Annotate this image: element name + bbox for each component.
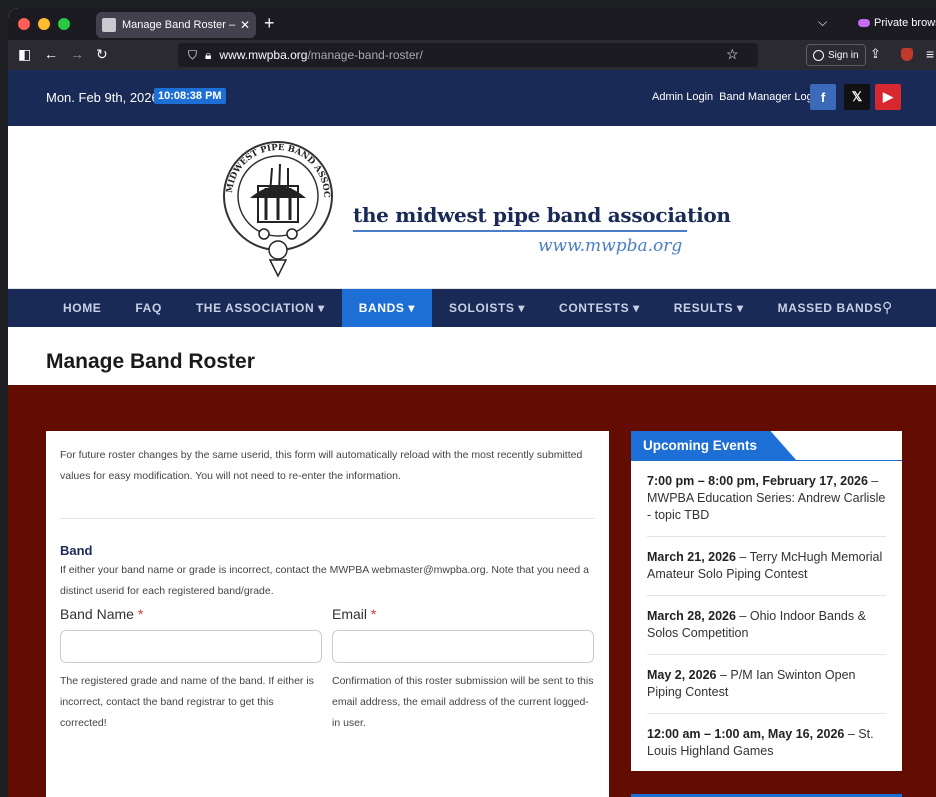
- private-label: Private browsin: [874, 17, 936, 29]
- favicon-icon: [102, 18, 116, 32]
- email-help: Confirmation of this roster submission w…: [332, 675, 594, 729]
- event-item[interactable]: 12:00 am – 1:00 am, May 16, 2026 – St. L…: [647, 714, 886, 772]
- reload-icon[interactable]: ↻: [96, 46, 108, 63]
- url-path: /manage-band-roster/: [307, 48, 423, 62]
- account-icon: [813, 49, 824, 61]
- page-title: Manage Band Roster: [46, 350, 255, 373]
- browser-toolbar: ◧ ← → ↻ ⛉ 🔒︎ www.mwpba.org /manage-band-…: [8, 40, 936, 70]
- roster-form-card: For future roster changes by the same us…: [46, 431, 609, 797]
- maximize-window-button[interactable]: [58, 18, 70, 30]
- event-when: 7:00 pm – 8:00 pm, February 17, 2026: [647, 474, 868, 488]
- site-url[interactable]: www.mwpba.org: [538, 236, 682, 256]
- current-date: Mon. Feb 9th, 2026: [46, 90, 159, 105]
- site-top-bar: Mon. Feb 9th, 2026 10:08:38 PM Admin Log…: [8, 70, 936, 126]
- sidebar-toggle-icon[interactable]: ◧: [18, 46, 31, 63]
- event-item[interactable]: May 2, 2026 – P/M Ian Swinton Open Pipin…: [647, 655, 886, 714]
- nav-item-massed-bands[interactable]: MASSED BANDS: [761, 289, 900, 327]
- share-icon[interactable]: ⇪: [870, 46, 881, 62]
- sign-in-button[interactable]: Sign in: [806, 44, 866, 66]
- association-logo[interactable]: MIDWEST PIPE BAND ASSOCIATION: [216, 131, 344, 285]
- current-time-badge: 10:08:38 PM: [154, 88, 226, 104]
- upcoming-events-widget: Upcoming Events 7:00 pm – 8:00 pm, Febru…: [631, 431, 902, 771]
- site-header: MIDWEST PIPE BAND ASSOCIATION the midwes…: [8, 126, 936, 289]
- nav-item-faq[interactable]: FAQ: [118, 289, 178, 327]
- lock-icon[interactable]: 🔒︎: [205, 48, 211, 63]
- required-marker: *: [370, 606, 377, 622]
- band-name-help: The registered grade and name of the ban…: [60, 675, 314, 729]
- band-name-label: Band Name *: [60, 606, 322, 622]
- band-name-label-text: Band Name: [60, 606, 134, 622]
- site-name[interactable]: the midwest pipe band association: [353, 203, 731, 227]
- nav-item-contests[interactable]: CONTESTS ▾: [542, 289, 657, 327]
- events-heading: Upcoming Events: [631, 431, 798, 461]
- band-section-note: If either your band name or grade is inc…: [60, 564, 589, 597]
- login-links: Admin Login Band Manager Login: [652, 91, 821, 103]
- events-header: Upcoming Events: [631, 431, 902, 461]
- url-host: www.mwpba.org: [219, 48, 308, 62]
- new-tab-icon[interactable]: +: [264, 13, 275, 34]
- event-item[interactable]: March 28, 2026 – Ohio Indoor Bands & Sol…: [647, 596, 886, 655]
- browser-window: Manage Band Roster – The Midw ✕ + ⌵ Priv…: [8, 8, 936, 797]
- forward-icon[interactable]: →: [70, 46, 84, 62]
- tab-title: Manage Band Roster – The Midw: [122, 19, 236, 31]
- form-intro-text: For future roster changes by the same us…: [60, 449, 583, 482]
- event-when: May 2, 2026: [647, 668, 717, 682]
- band-name-input[interactable]: [60, 630, 322, 663]
- email-field: Email * Confirmation of this roster subm…: [332, 606, 594, 734]
- band-manager-login-link[interactable]: Band Manager Login: [719, 91, 821, 103]
- facebook-icon[interactable]: f: [810, 84, 836, 110]
- ublock-extension-icon[interactable]: [901, 48, 913, 61]
- page-title-bar: Manage Band Roster: [8, 327, 936, 393]
- email-label-text: Email: [332, 606, 368, 622]
- browser-tab-bar: Manage Band Roster – The Midw ✕ + ⌵ Priv…: [8, 8, 936, 40]
- event-item[interactable]: March 21, 2026 – Terry McHugh Memorial A…: [647, 537, 886, 596]
- admin-login-link[interactable]: Admin Login: [652, 91, 713, 103]
- nav-item-bands[interactable]: BANDS ▾: [341, 289, 433, 327]
- x-twitter-icon[interactable]: 𝕏: [844, 84, 870, 110]
- event-when: March 28, 2026: [647, 609, 736, 623]
- close-window-button[interactable]: [18, 18, 30, 30]
- event-when: March 21, 2026: [647, 550, 736, 564]
- main-content: For future roster changes by the same us…: [8, 385, 936, 797]
- search-icon[interactable]: ⚲: [882, 299, 892, 316]
- nav-item-the-association[interactable]: THE ASSOCIATION ▾: [179, 289, 342, 327]
- sign-in-label: Sign in: [828, 49, 859, 61]
- youtube-icon[interactable]: ▶: [875, 84, 901, 110]
- event-title: MWPBA Education Series: Andrew Carlisle …: [647, 491, 886, 522]
- email-input[interactable]: [332, 630, 594, 663]
- band-fields: Band Name * The registered grade and nam…: [60, 606, 595, 734]
- minimize-window-button[interactable]: [38, 18, 50, 30]
- back-icon[interactable]: ←: [44, 46, 58, 62]
- required-marker: *: [137, 606, 144, 622]
- chevron-down-icon[interactable]: ⌵: [818, 15, 827, 30]
- form-divider: [60, 518, 595, 519]
- band-section-title: Band: [60, 543, 93, 558]
- browser-tab[interactable]: Manage Band Roster – The Midw ✕: [96, 12, 256, 38]
- email-label: Email *: [332, 606, 594, 622]
- band-name-field: Band Name * The registered grade and nam…: [60, 606, 322, 734]
- private-browsing-indicator: Private browsin: [858, 17, 936, 29]
- bookmark-star-icon[interactable]: ☆: [726, 46, 739, 63]
- app-menu-icon[interactable]: ≡: [926, 46, 934, 62]
- nav-item-results[interactable]: RESULTS ▾: [657, 289, 761, 327]
- site-name-underline: [353, 230, 687, 232]
- event-when: 12:00 am – 1:00 am, May 16, 2026: [647, 727, 845, 741]
- url-bar[interactable]: ⛉ 🔒︎ www.mwpba.org /manage-band-roster/: [178, 43, 758, 67]
- window-controls: [8, 18, 70, 30]
- nav-item-home[interactable]: HOME: [46, 289, 118, 327]
- private-mask-icon: [858, 19, 870, 27]
- close-tab-icon[interactable]: ✕: [240, 18, 250, 32]
- nav-item-soloists[interactable]: SOLOISTS ▾: [432, 289, 542, 327]
- shield-icon[interactable]: ⛉: [188, 48, 197, 63]
- event-item[interactable]: 7:00 pm – 8:00 pm, February 17, 2026 – M…: [647, 461, 886, 537]
- main-navigation: HOME FAQ THE ASSOCIATION ▾ BANDS ▾ SOLOI…: [8, 289, 936, 327]
